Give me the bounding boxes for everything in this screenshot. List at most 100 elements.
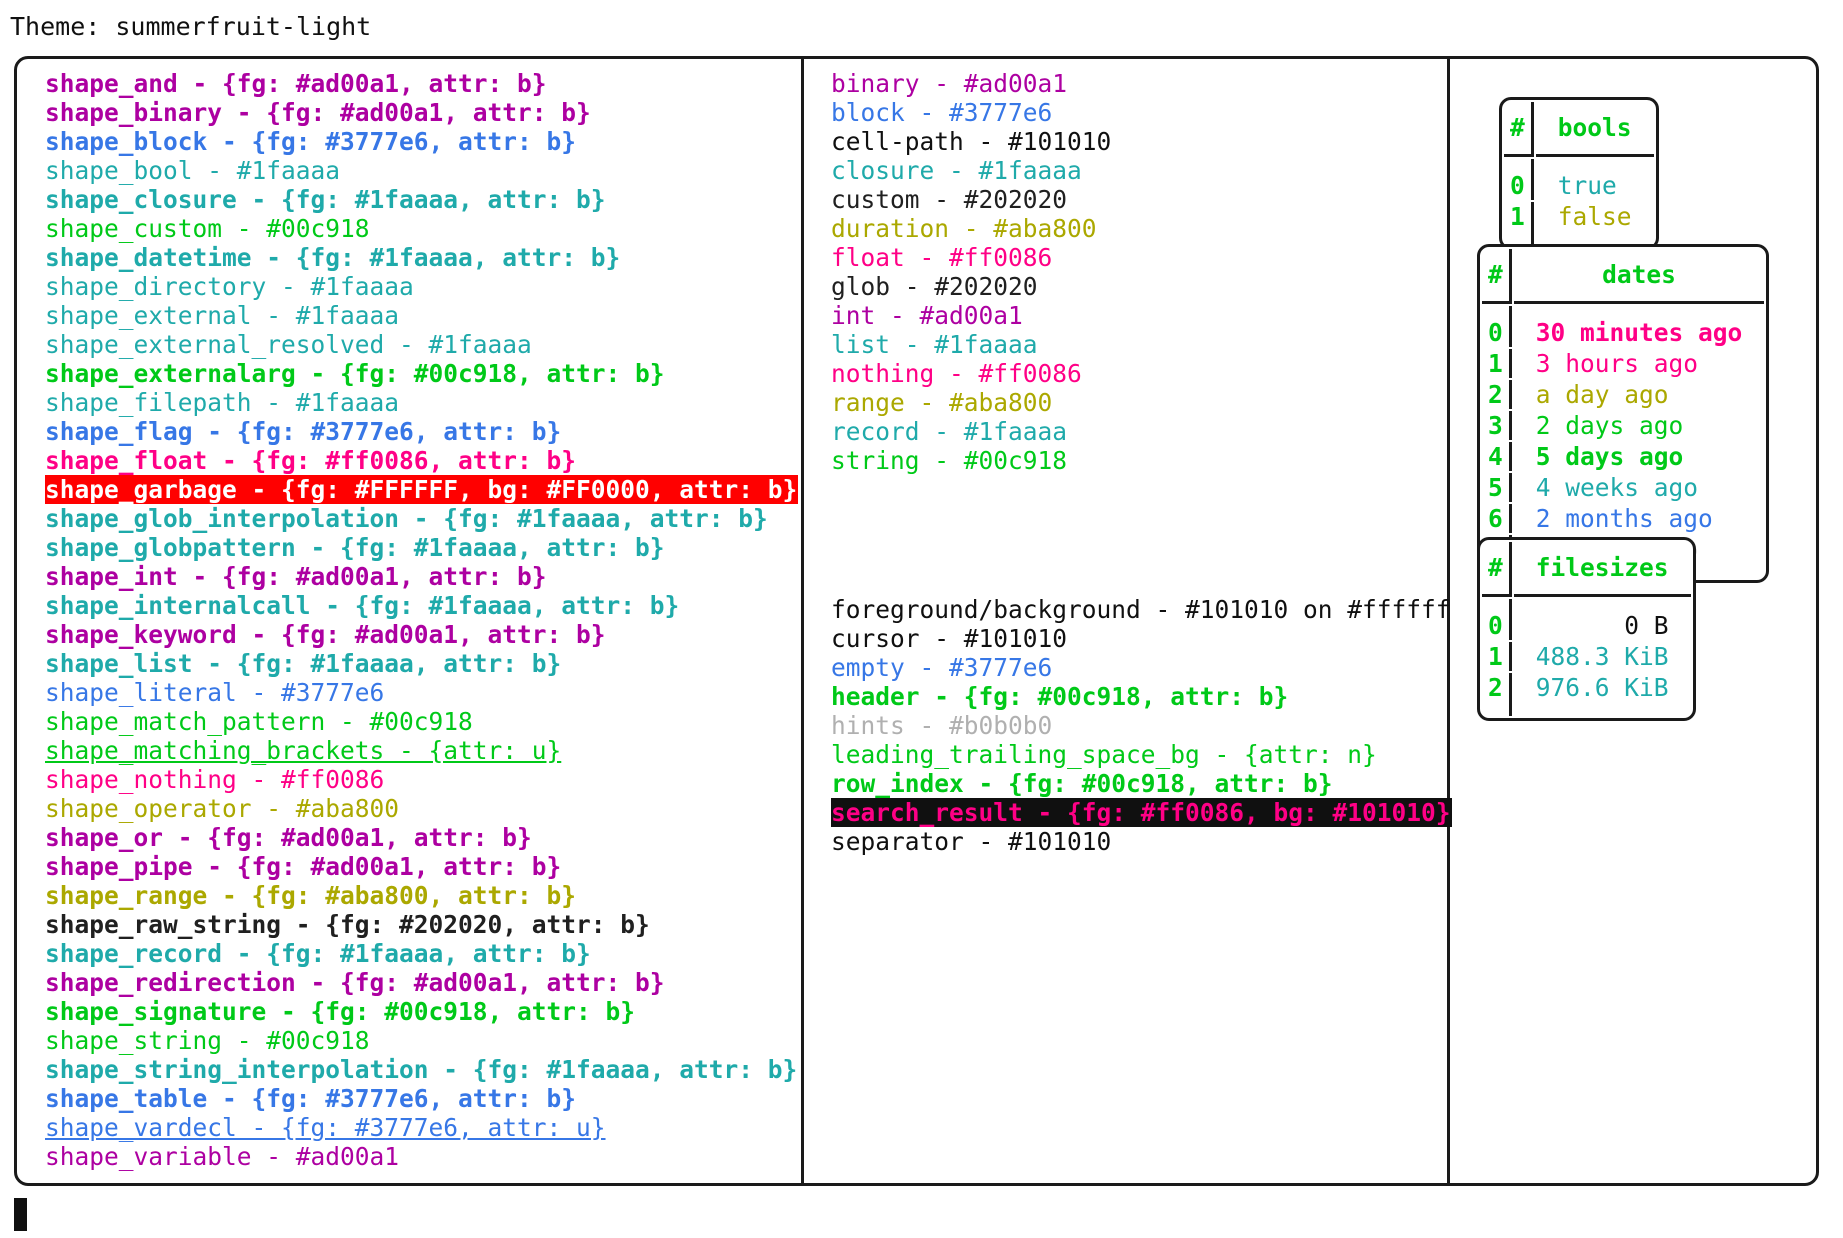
shape-entry-text: shape_internalcall - {fg: #1faaaa, attr:…: [45, 591, 680, 620]
shape-entry-text: shape_garbage - {fg: #FFFFFF, bg: #FF000…: [45, 475, 799, 504]
shape-entry: shape_signature - {fg: #00c918, attr: b}: [45, 997, 798, 1026]
shape-entry-text: shape_signature - {fg: #00c918, attr: b}: [45, 997, 636, 1026]
row-value: a day ago: [1535, 380, 1669, 409]
type-entry: cell-path - #101010: [831, 127, 1452, 156]
ui-element-entry: hints - #b0b0b0: [831, 711, 1452, 740]
shape-entry: shape_table - {fg: #3777e6, attr: b}: [45, 1084, 798, 1113]
type-entry-text: string - #00c918: [831, 446, 1068, 475]
shape-entry-text: shape_and - {fg: #ad00a1, attr: b}: [45, 69, 547, 98]
type-entry-text: glob - #202020: [831, 272, 1038, 301]
shape-entry: shape_vardecl - {fg: #3777e6, attr: u}: [45, 1113, 798, 1142]
shape-entry-text: shape_float - {fg: #ff0086, attr: b}: [45, 446, 577, 475]
table-row: 5 4 weeks ago: [1482, 473, 1764, 502]
type-entry: int - #ad00a1: [831, 301, 1452, 330]
type-entry-text: binary - #ad00a1: [831, 69, 1068, 98]
row-value: 30 minutes ago: [1535, 318, 1743, 347]
shape-entry: shape_raw_string - {fg: #202020, attr: b…: [45, 910, 798, 939]
types-and-ui-column: binary - #ad00a1 block - #3777e6 cell-path…: [831, 69, 1452, 856]
table-dates: # dates 0 30 minutes ago 1 3 hours ago 2 a day …: [1477, 244, 1770, 583]
terminal-cursor: [14, 1198, 27, 1231]
shape-entry-text: shape_custom - #00c918: [45, 214, 370, 243]
type-entry-text: duration - #aba800: [831, 214, 1097, 243]
row-index: 4: [1482, 442, 1512, 471]
ui-element-entry-text: leading_trailing_space_bg - {attr: n}: [831, 740, 1377, 769]
row-value: 0 B: [1624, 611, 1669, 640]
table-row: 4 5 days ago: [1482, 442, 1764, 471]
shape-entry: shape_external_resolved - #1faaaa: [45, 330, 798, 359]
shape-entry: shape_closure - {fg: #1faaaa, attr: b}: [45, 185, 798, 214]
ui-element-entry-text: cursor - #101010: [831, 624, 1068, 653]
theme-preview-page: Theme: summerfruit-light shape_and - {fg…: [0, 0, 1843, 1238]
shape-entry: shape_variable - #ad00a1: [45, 1142, 798, 1171]
shapes-column: shape_and - {fg: #ad00a1, attr: b} shape_…: [45, 69, 799, 1171]
shape-entry: shape_int - {fg: #ad00a1, attr: b}: [45, 562, 798, 591]
row-value: false: [1557, 202, 1632, 231]
type-entry: block - #3777e6: [831, 98, 1452, 127]
shape-entry-text: shape_variable - #ad00a1: [45, 1142, 400, 1171]
type-entry-text: int - #ad00a1: [831, 301, 1023, 330]
shape-entry: shape_directory - #1faaaa: [45, 272, 798, 301]
row-index: 2: [1482, 380, 1512, 409]
shape-entry-text: shape_filepath - #1faaaa: [45, 388, 400, 417]
shape-entry: shape_garbage - {fg: #FFFFFF, bg: #FF000…: [45, 475, 799, 504]
shape-entry-text: shape_record - {fg: #1faaaa, attr: b}: [45, 939, 591, 968]
type-entry: list - #1faaaa: [831, 330, 1452, 359]
shape-entry: shape_custom - #00c918: [45, 214, 798, 243]
row-value: 976.6 KiB: [1535, 673, 1669, 702]
type-entry: record - #1faaaa: [831, 417, 1452, 446]
shape-entry: shape_glob_interpolation - {fg: #1faaaa,…: [45, 504, 798, 533]
shape-entry-text: shape_globpattern - {fg: #1faaaa, attr: …: [45, 533, 665, 562]
shape-entry: shape_range - {fg: #aba800, attr: b}: [45, 881, 798, 910]
shape-entry-text: shape_matching_brackets - {attr: u}: [45, 736, 562, 765]
shape-entry-text: shape_keyword - {fg: #ad00a1, attr: b}: [45, 620, 606, 649]
type-entry: custom - #202020: [831, 185, 1452, 214]
value-column-header: dates: [1513, 249, 1765, 304]
shape-entry-text: shape_datetime - {fg: #1faaaa, attr: b}: [45, 243, 621, 272]
index-column-header: #: [1504, 102, 1534, 157]
table-row: 1 488.3 KiB: [1482, 642, 1691, 671]
shape-entry: shape_external - #1faaaa: [45, 301, 798, 330]
type-entry-text: closure - #1faaaa: [831, 156, 1082, 185]
type-entry: closure - #1faaaa: [831, 156, 1452, 185]
shape-entry: shape_pipe - {fg: #ad00a1, attr: b}: [45, 852, 798, 881]
type-entry-text: nothing - #ff0086: [831, 359, 1082, 388]
shape-entry-text: shape_closure - {fg: #1faaaa, attr: b}: [45, 185, 606, 214]
ui-element-entry: empty - #3777e6: [831, 653, 1452, 682]
shape-entry-text: shape_nothing - #ff0086: [45, 765, 385, 794]
type-entry: binary - #ad00a1: [831, 69, 1452, 98]
shape-entry: shape_flag - {fg: #3777e6, attr: b}: [45, 417, 798, 446]
row-index: 1: [1482, 642, 1512, 671]
shape-entry-text: shape_table - {fg: #3777e6, attr: b}: [45, 1084, 577, 1113]
type-entry-text: cell-path - #101010: [831, 127, 1112, 156]
value-column-header: filesizes: [1513, 542, 1691, 597]
shape-entry-text: shape_match_pattern - #00c918: [45, 707, 473, 736]
table-row: 2 a day ago: [1482, 380, 1764, 409]
shape-entry-text: shape_operator - #aba800: [45, 794, 400, 823]
type-entry-text: list - #1faaaa: [831, 330, 1038, 359]
shape-entry-text: shape_list - {fg: #1faaaa, attr: b}: [45, 649, 562, 678]
ui-element-entry: separator - #101010: [831, 827, 1452, 856]
ui-element-entry: foreground/background - #101010 on #ffff…: [831, 595, 1452, 624]
shape-entry-text: shape_externalarg - {fg: #00c918, attr: …: [45, 359, 665, 388]
shape-entry: shape_matching_brackets - {attr: u}: [45, 736, 798, 765]
table-bools: # bools 0 true 1 false: [1499, 97, 1659, 250]
shape-entry: shape_filepath - #1faaaa: [45, 388, 798, 417]
ui-element-entry: cursor - #101010: [831, 624, 1452, 653]
row-index: 0: [1504, 159, 1534, 200]
type-entry-text: float - #ff0086: [831, 243, 1053, 272]
row-value: true: [1557, 171, 1617, 200]
shape-entry-text: shape_range - {fg: #aba800, attr: b}: [45, 881, 577, 910]
row-index: 2: [1482, 673, 1512, 716]
shape-entry-text: shape_redirection - {fg: #ad00a1, attr: …: [45, 968, 665, 997]
shape-entry-text: shape_string_interpolation - {fg: #1faaa…: [45, 1055, 798, 1084]
type-entry: glob - #202020: [831, 272, 1452, 301]
row-value: 488.3 KiB: [1535, 642, 1669, 671]
index-column-header: #: [1482, 249, 1512, 304]
shape-entry-text: shape_string - #00c918: [45, 1026, 370, 1055]
shape-entry: shape_nothing - #ff0086: [45, 765, 798, 794]
shape-entry: shape_operator - #aba800: [45, 794, 798, 823]
row-index: 6: [1482, 504, 1512, 533]
ui-element-entry-text: header - {fg: #00c918, attr: b}: [831, 682, 1289, 711]
type-entry-text: range - #aba800: [831, 388, 1053, 417]
table-row: 3 2 days ago: [1482, 411, 1764, 440]
